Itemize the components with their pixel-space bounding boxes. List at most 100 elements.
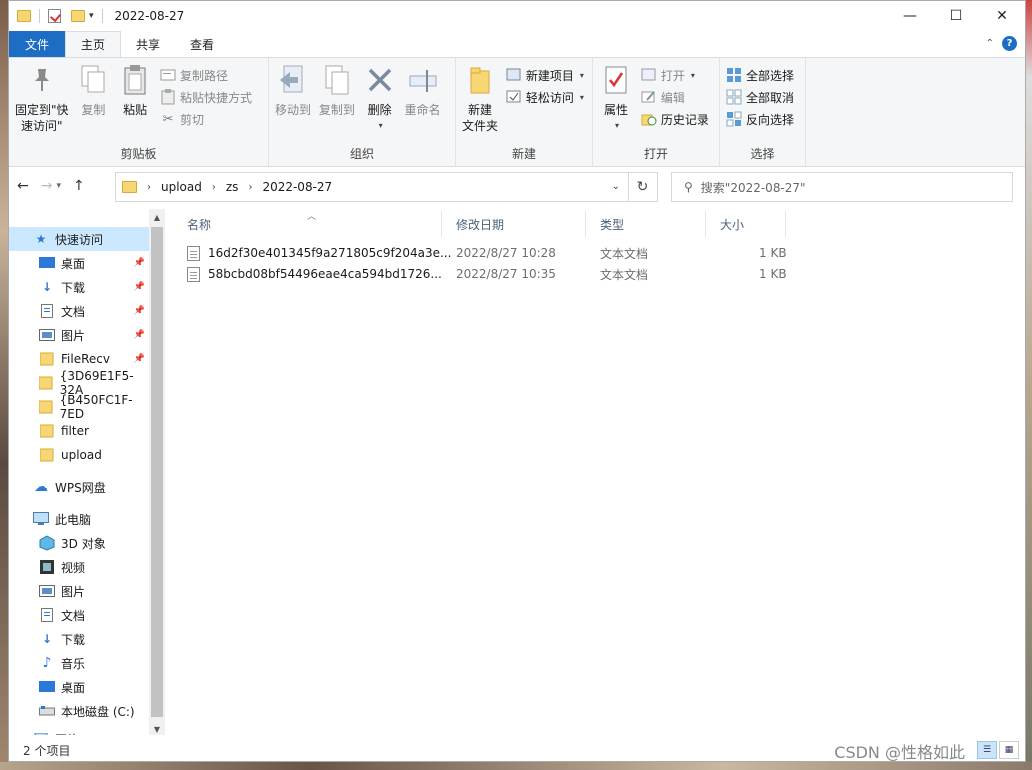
address-field[interactable]: › upload › zs › 2022-08-27 ⌄	[115, 172, 629, 202]
nav-item-upload[interactable]: upload	[9, 443, 149, 467]
desktop-icon	[39, 256, 55, 270]
file-size: 1 KB	[759, 267, 787, 281]
copy-label: 复制	[81, 103, 106, 117]
select-small-actions: 全部选择 全部取消 反向选择	[726, 66, 794, 128]
pin-label-line1: 固定到"快	[15, 103, 69, 117]
nav-item-pictures[interactable]: 图片 📌	[9, 323, 149, 347]
scroll-thumb[interactable]	[151, 227, 163, 717]
nav-item-desktop-pc[interactable]: 桌面	[9, 675, 149, 699]
new-folder-icon	[463, 62, 497, 98]
nav-item-pictures-pc[interactable]: 图片	[9, 579, 149, 603]
column-header-date[interactable]: 修改日期	[442, 211, 586, 237]
nav-item-network[interactable]: 网络	[9, 727, 149, 735]
copy-button[interactable]: 复制	[76, 62, 110, 118]
nav-item-filerecv[interactable]: FileRecv 📌	[9, 347, 149, 371]
nav-item-music[interactable]: ♪ 音乐	[9, 651, 149, 675]
close-button[interactable]: ✕	[979, 1, 1025, 31]
breadcrumb-zs[interactable]: zs	[226, 180, 239, 194]
new-folder-icon[interactable]	[71, 10, 85, 22]
search-input[interactable]: ⚲ 搜索"2022-08-27"	[671, 172, 1013, 202]
nav-item-folder-3d69[interactable]: {3D69E1F5-32A	[9, 369, 149, 397]
tab-view[interactable]: 查看	[175, 31, 229, 57]
tab-home[interactable]: 主页	[65, 31, 122, 57]
text-file-icon	[187, 266, 200, 282]
scroll-up-arrow-icon[interactable]: ▲	[149, 209, 165, 225]
maximize-button[interactable]: ☐	[933, 1, 979, 31]
rename-button[interactable]: 重命名	[405, 62, 441, 118]
title-bar: ▾ 2022-08-27 — ☐ ✕	[9, 1, 1025, 31]
customize-toolbar-dropdown-icon[interactable]: ▾	[89, 11, 94, 21]
breadcrumb-separator-icon[interactable]: ›	[212, 182, 216, 193]
new-group: 新建 文件夹 新建项目 ▾ 轻松访问 ▾ 新建	[456, 58, 593, 166]
open-button[interactable]: 打开 ▾	[641, 66, 709, 84]
new-item-label: 新建项目	[525, 68, 574, 83]
nav-item-downloads[interactable]: ↓ 下载 📌	[9, 275, 149, 299]
pin-to-quick-access-button[interactable]: 固定到"快 速访问"	[15, 62, 69, 134]
copy-to-button[interactable]: 复制到	[319, 62, 355, 118]
tab-share[interactable]: 共享	[121, 31, 175, 57]
nav-item-documents[interactable]: 文档 📌	[9, 299, 149, 323]
column-header-type[interactable]: 类型	[586, 211, 706, 237]
file-type: 文本文档	[600, 267, 649, 282]
file-row[interactable]: 16d2f30e401345f9a271805c9f204a3e... 2022…	[187, 243, 787, 263]
nav-item-documents-pc[interactable]: 文档	[9, 603, 149, 627]
paste-button[interactable]: 粘贴	[118, 62, 152, 118]
select-none-button[interactable]: 全部取消	[726, 88, 794, 106]
nav-item-local-disk-c[interactable]: 本地磁盘 (C:)	[9, 699, 149, 723]
properties-dropdown-icon[interactable]: ▾	[615, 118, 619, 134]
easy-access-button[interactable]: 轻松访问 ▾	[506, 88, 584, 106]
cut-button[interactable]: ✂ 剪切	[160, 110, 252, 128]
nav-item-desktop[interactable]: 桌面 📌	[9, 251, 149, 275]
up-arrow-icon[interactable]: ↑	[73, 178, 85, 194]
new-folder-button[interactable]: 新建 文件夹	[462, 62, 498, 134]
breadcrumb-current[interactable]: 2022-08-27	[262, 180, 332, 194]
nav-item-wps-cloud[interactable]: ☁ WPS网盘	[9, 475, 149, 499]
invert-selection-button[interactable]: 反向选择	[726, 110, 794, 128]
file-row[interactable]: 58bcbd08bf54496eae4ca594bd1726... 2022/8…	[187, 264, 787, 284]
collapse-ribbon-icon[interactable]: ⌃	[986, 38, 994, 49]
column-header-size[interactable]: 大小	[706, 211, 786, 237]
nav-item-this-pc[interactable]: 此电脑	[9, 507, 149, 531]
large-icons-view-icon[interactable]: ▦	[999, 741, 1019, 759]
delete-button[interactable]: 删除 ▾	[363, 62, 397, 134]
easy-access-dropdown-icon: ▾	[579, 92, 584, 102]
nav-item-folder-b450[interactable]: {B450FC1F-7ED	[9, 393, 149, 421]
breadcrumb-upload[interactable]: upload	[161, 180, 202, 194]
document-icon	[39, 304, 55, 318]
scroll-down-arrow-icon[interactable]: ▼	[149, 721, 165, 735]
network-icon	[33, 732, 49, 735]
column-header-name[interactable]: 名称 ︿	[173, 211, 442, 237]
properties-button[interactable]: 属性 ▾	[599, 62, 633, 134]
back-arrow-icon[interactable]: ←	[17, 178, 29, 194]
help-icon[interactable]: ?	[1002, 36, 1017, 51]
nav-item-quick-access[interactable]: ★ 快速访问	[9, 227, 149, 251]
nav-item-videos[interactable]: 视频	[9, 555, 149, 579]
delete-dropdown-icon[interactable]: ▾	[379, 118, 383, 134]
new-item-button[interactable]: 新建项目 ▾	[506, 66, 584, 84]
edit-button[interactable]: 编辑	[641, 88, 709, 106]
breadcrumb-separator-icon[interactable]: ›	[147, 182, 151, 193]
navigation-scrollbar[interactable]: ▲ ▼	[149, 209, 165, 735]
select-all-button[interactable]: 全部选择	[726, 66, 794, 84]
minimize-button[interactable]: —	[887, 1, 933, 31]
paste-shortcut-button[interactable]: 粘贴快捷方式	[160, 88, 252, 106]
refresh-button[interactable]: ↻	[628, 172, 658, 202]
tab-file[interactable]: 文件	[9, 31, 66, 57]
details-view-icon[interactable]: ☰	[977, 741, 997, 759]
organize-group-label: 组织	[349, 147, 374, 161]
move-to-button[interactable]: 移动到	[275, 62, 311, 118]
nav-item-3d-objects[interactable]: 3D 对象	[9, 531, 149, 555]
address-history-dropdown-icon[interactable]: ⌄	[612, 181, 620, 192]
forward-arrow-icon[interactable]: →	[41, 178, 53, 194]
select-group: 全部选择 全部取消 反向选择 选择	[720, 58, 806, 166]
copy-path-button[interactable]: 复制路径	[160, 66, 252, 84]
recent-locations-dropdown-icon[interactable]: ▾	[56, 181, 61, 194]
history-button[interactable]: 历史记录	[641, 110, 709, 128]
breadcrumb: › upload › zs › 2022-08-27	[122, 180, 332, 194]
drive-icon	[39, 704, 55, 718]
properties-check-icon[interactable]	[48, 9, 61, 23]
nav-item-downloads-pc[interactable]: ↓ 下载	[9, 627, 149, 651]
breadcrumb-separator-icon[interactable]: ›	[248, 182, 252, 193]
cut-label: 剪切	[180, 112, 205, 127]
nav-item-filter[interactable]: filter	[9, 419, 149, 443]
